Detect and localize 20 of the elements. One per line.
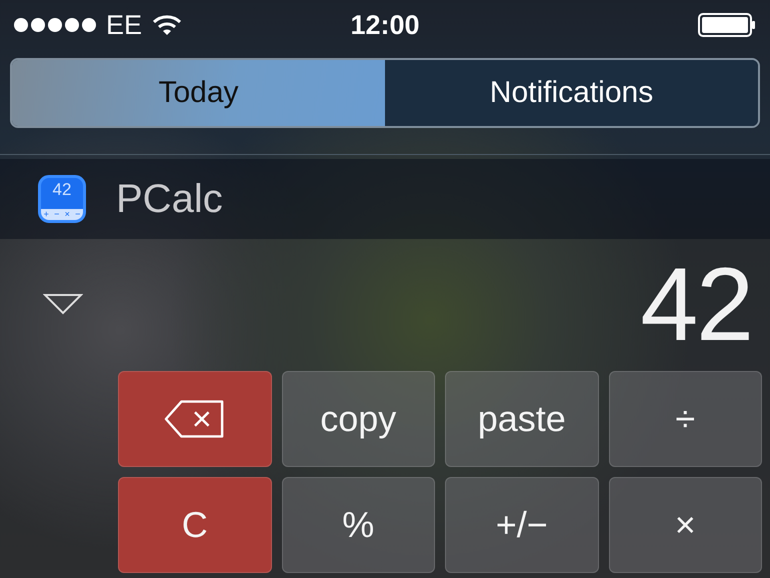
tab[interactable]: Notifications [385, 60, 758, 126]
clear-button[interactable]: C [118, 477, 272, 573]
app-name: PCalc [116, 176, 223, 222]
signal-icon [14, 18, 96, 32]
backspace-button[interactable] [118, 371, 272, 467]
collapse-icon[interactable] [43, 293, 83, 315]
calculator-key[interactable]: copy [282, 371, 435, 467]
calculator-key[interactable]: × [608, 477, 762, 573]
calculator-key[interactable]: % [282, 477, 435, 573]
battery-icon [698, 13, 756, 37]
app-icon: 42 + − × − [38, 175, 86, 223]
calculator-display: 42 [640, 253, 752, 357]
calculator-key[interactable]: paste [445, 371, 598, 467]
carrier-name: EE [106, 10, 142, 40]
wifi-icon [152, 14, 182, 36]
backspace-icon [164, 399, 226, 439]
clock-time: 12:00 [350, 10, 420, 40]
calculator-key[interactable]: ÷ [608, 371, 762, 467]
tab[interactable]: Today [12, 60, 385, 126]
calculator-key[interactable]: +/− [445, 477, 598, 573]
